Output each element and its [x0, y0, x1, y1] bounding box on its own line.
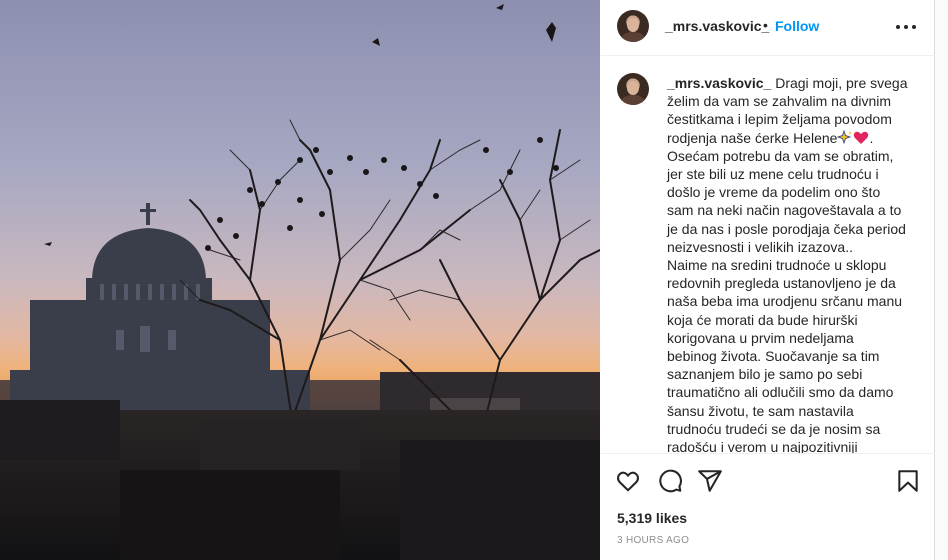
caption-line: rodjenja naše ćerke Helene.	[667, 129, 913, 147]
author-avatar[interactable]	[617, 10, 649, 42]
caption-line: trudnoću trudeći se da je nosim sa	[667, 420, 881, 437]
caption-line: redovnih pregleda ustanovljeno je da	[667, 275, 896, 292]
caption-line: je da nas i posle porodjaja čeka period	[667, 220, 906, 237]
caption-text: .	[869, 129, 874, 146]
post-dialog: _mrs.vaskovic_ • Follow _mrs.vaskovic_ D…	[0, 0, 948, 560]
caption-line: došlo je vreme da podelim ono što	[667, 184, 881, 201]
caption-line: čestitkama i lepim željama povodom	[667, 111, 892, 128]
comments-area[interactable]: _mrs.vaskovic_ Dragi moji, pre svega žel…	[601, 57, 935, 453]
caption-line: Naime na sredini trudnoće u sklopu	[667, 257, 887, 274]
caption-username[interactable]: _mrs.vaskovic_	[667, 75, 771, 91]
avatar-body	[621, 95, 645, 105]
more-options-icon[interactable]	[893, 14, 919, 40]
caption-line: sam na neki način nagoveštavala a to	[667, 202, 902, 219]
backdrop-edge	[935, 0, 948, 560]
post-timestamp[interactable]: 3 HOURS AGO	[617, 535, 689, 546]
post-header: _mrs.vaskovic_ • Follow	[601, 0, 935, 56]
action-bar	[601, 453, 935, 507]
author-username[interactable]: _mrs.vaskovic_	[665, 18, 769, 34]
avatar-face	[627, 18, 639, 32]
caption-line: jer ste bili uz mene celu trudnoću i	[667, 166, 879, 183]
post-side-panel: _mrs.vaskovic_ • Follow _mrs.vaskovic_ D…	[601, 0, 935, 560]
caption-line: šansu životu, te sam nastavila	[667, 402, 854, 419]
comment-icon[interactable]	[657, 468, 683, 494]
avatar-body	[621, 32, 645, 42]
bookmark-icon[interactable]	[895, 468, 921, 494]
caption-avatar[interactable]	[617, 73, 649, 105]
follow-button[interactable]: Follow	[775, 18, 819, 34]
caption-line: Osećam potrebu da vam se obratim,	[667, 147, 894, 164]
caption-line: korigovana u prvim nedeljama	[667, 329, 854, 346]
caption-line: traumatično ali odlučili smo da damo	[667, 384, 894, 401]
caption-text: Dragi moji, pre svega	[775, 75, 908, 91]
heart-emoji-icon	[854, 131, 869, 144]
heart-icon[interactable]	[615, 468, 641, 494]
caption-line: želim da vam se zahvalim na divnim	[667, 93, 892, 110]
post-caption: _mrs.vaskovic_ Dragi moji, pre svega žel…	[667, 74, 913, 453]
caption-line: neizvesnosti i velikih izazova..	[667, 238, 853, 255]
caption-text: rodjenja naše ćerke Helene	[667, 129, 838, 146]
post-photo[interactable]	[0, 0, 600, 560]
sparkles-icon	[837, 129, 853, 144]
caption-line: bebinog života. Suočavanje sa tim	[667, 348, 880, 365]
caption-line: saznanjem bilo je samo po sebi	[667, 366, 863, 383]
caption-line: _mrs.vaskovic_ Dragi moji, pre svega	[667, 74, 913, 92]
share-icon[interactable]	[697, 468, 723, 494]
caption-line: radošću i verom u najpozitivniji	[667, 439, 858, 453]
caption-line: koja će morati da bude hirurški	[667, 311, 858, 328]
photo-sunset-cathedral	[0, 0, 600, 560]
header-separator: •	[763, 17, 768, 33]
caption-line: naša beba ima urodjenu srčanu manu	[667, 293, 903, 310]
avatar-face	[627, 81, 639, 95]
likes-count[interactable]: 5,319 likes	[617, 510, 687, 526]
